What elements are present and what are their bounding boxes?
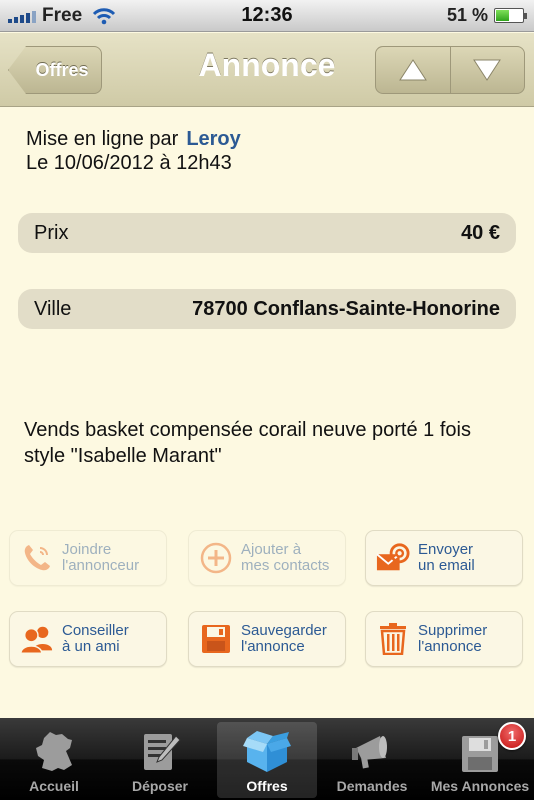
tab-label: Accueil xyxy=(29,778,79,794)
tab-label: Déposer xyxy=(131,778,189,794)
action-label: Supprimer xyxy=(418,622,488,639)
action-label: Conseiller xyxy=(62,622,129,639)
posted-date: Le 10/06/2012 à 12h43 xyxy=(26,152,232,174)
action-label: l'annonceur xyxy=(62,557,140,574)
recommend-friend-button[interactable]: Conseiller à un ami xyxy=(9,611,167,667)
tab-mes-annonces[interactable]: Mes Annonces 1 xyxy=(430,722,530,798)
price-row: Prix 40 € xyxy=(18,213,516,253)
posted-by-label: Mise en ligne par xyxy=(26,128,179,150)
floppy-icon xyxy=(462,736,498,772)
action-label: mes contacts xyxy=(241,557,330,574)
box-icon xyxy=(243,731,291,772)
email-icon xyxy=(376,541,410,575)
tab-bar: Accueil Déposer Offres Demandes Mes Anno… xyxy=(0,718,534,800)
previous-button[interactable] xyxy=(376,47,450,93)
city-value: 78700 Conflans-Sainte-Honorine xyxy=(192,297,500,320)
posted-info: Mise en ligne par Leroy Le 10/06/2012 à 1… xyxy=(26,127,241,175)
action-label: l'annonce xyxy=(418,638,482,655)
add-contact-icon xyxy=(199,541,233,575)
action-label: Sauvegarder xyxy=(241,622,327,639)
tab-deposer[interactable]: Déposer xyxy=(110,722,210,798)
city-label: Ville xyxy=(34,297,72,320)
action-label: à un ami xyxy=(62,638,120,655)
phone-icon xyxy=(20,541,54,575)
tab-offres[interactable]: Offres xyxy=(217,722,317,798)
action-label: Joindre xyxy=(62,541,112,558)
megaphone-icon xyxy=(352,736,387,769)
action-label: Ajouter à xyxy=(241,541,302,558)
tab-accueil[interactable]: Accueil xyxy=(4,722,104,798)
action-label: Envoyer xyxy=(418,541,474,558)
author-link[interactable]: Leroy xyxy=(186,128,240,150)
city-row: Ville 78700 Conflans-Sainte-Honorine xyxy=(18,289,516,329)
tab-label: Mes Annonces xyxy=(430,778,530,794)
prev-next-control xyxy=(375,46,525,94)
trash-icon xyxy=(376,622,410,656)
triangle-down-icon xyxy=(473,59,502,81)
battery-fill xyxy=(496,10,509,21)
action-label: un email xyxy=(418,557,475,574)
save-icon xyxy=(199,622,233,656)
battery-percent: 51 % xyxy=(446,5,488,25)
battery-icon xyxy=(494,8,527,23)
back-button[interactable]: Offres xyxy=(8,46,102,94)
next-button[interactable] xyxy=(449,47,525,93)
save-listing-button[interactable]: Sauvegarder l'annonce xyxy=(188,611,346,667)
notification-badge: 1 xyxy=(498,722,526,750)
price-label: Prix xyxy=(34,221,69,244)
delete-listing-button[interactable]: Supprimer l'annonce xyxy=(365,611,523,667)
triangle-up-icon xyxy=(398,59,427,81)
description-line: Vends basket compensée corail neuve port… xyxy=(24,419,471,441)
friends-icon xyxy=(20,622,54,656)
listing-description: Vends basket compensée corail neuve port… xyxy=(24,417,514,469)
france-map-icon xyxy=(36,732,72,771)
send-email-button[interactable]: Envoyer un email xyxy=(365,530,523,586)
tab-label: Offres xyxy=(246,778,288,794)
status-bar: Free 12:36 51 % xyxy=(0,0,534,32)
page-title: Annonce xyxy=(198,47,336,83)
tab-demandes[interactable]: Demandes xyxy=(322,722,422,798)
add-contact-button[interactable]: Ajouter à mes contacts xyxy=(188,530,346,586)
action-label: l'annonce xyxy=(241,638,305,655)
call-seller-button[interactable]: Joindre l'annonceur xyxy=(9,530,167,586)
nav-bar: Offres Annonce xyxy=(0,33,534,107)
tab-label: Demandes xyxy=(336,778,408,794)
price-value: 40 € xyxy=(461,221,500,244)
notepad-pen-icon xyxy=(144,734,181,770)
description-line: style "Isabelle Marant" xyxy=(24,445,222,467)
